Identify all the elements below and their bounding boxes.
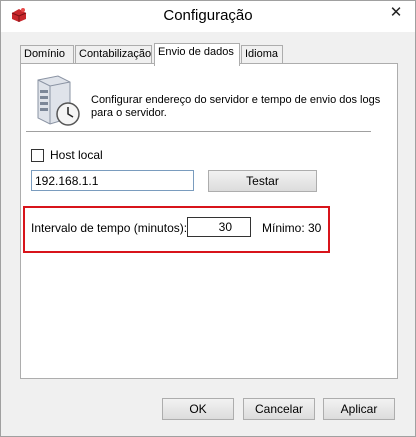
close-button[interactable]: ✕ [379,2,413,22]
separator [26,131,371,132]
tab-dominio[interactable]: Domínio [20,45,74,64]
tab-contabilizacao[interactable]: Contabilização [75,45,152,64]
host-local-label[interactable]: Host local [50,148,103,162]
interval-label: Intervalo de tempo (minutos): [31,221,188,235]
apply-button[interactable]: Aplicar [323,398,395,420]
cancel-button[interactable]: Cancelar [243,398,315,420]
tab-idioma[interactable]: Idioma [241,45,283,64]
configuration-dialog: Configuração ✕ Domínio Contabilização En… [0,0,416,437]
interval-minimum-label: Mínimo: 30 [262,221,322,235]
close-icon: ✕ [389,4,403,21]
interval-input[interactable]: 30 [187,217,251,237]
panel-description: Configurar endereço do servidor e tempo … [91,94,381,119]
server-address-input[interactable] [31,170,194,191]
server-clock-icon [37,75,80,126]
tab-envio-de-dados[interactable]: Envio de dados [154,43,240,66]
window-title: Configuração [163,7,253,24]
host-local-checkbox[interactable] [31,149,44,162]
tab-panel-envio-de-dados: Configurar endereço do servidor e tempo … [20,63,398,379]
test-button[interactable]: Testar [208,170,317,192]
ok-button[interactable]: OK [162,398,234,420]
title-bar[interactable]: Configuração ✕ [1,1,415,32]
